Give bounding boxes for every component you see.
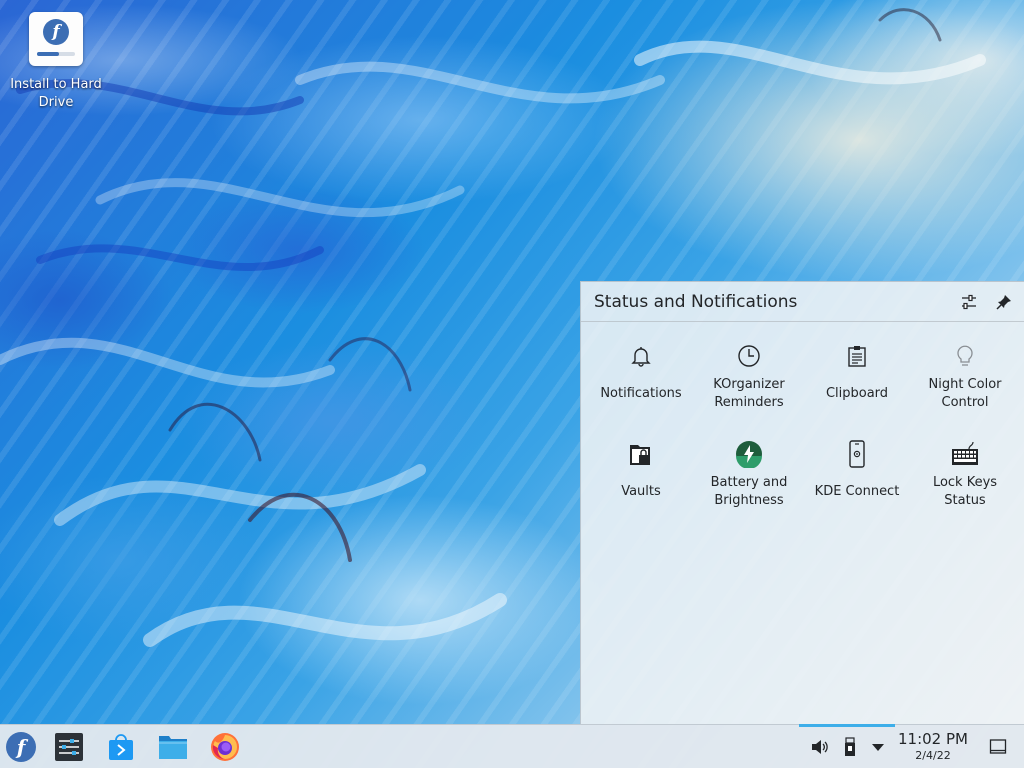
pin-button[interactable] (989, 287, 1019, 317)
battery-icon (736, 441, 762, 468)
applet-label: KOrganizer Reminders (713, 377, 785, 410)
fedora-install-icon: f (29, 12, 83, 66)
applet-kde-connect[interactable]: KDE Connect (803, 430, 911, 528)
phone-icon (849, 440, 865, 468)
applet-korganizer-reminders[interactable]: KOrganizer Reminders (695, 332, 803, 430)
firefox-icon (211, 733, 239, 761)
configure-icon (962, 294, 976, 309)
applet-vaults[interactable]: Vaults (587, 430, 695, 528)
applet-label: Clipboard (825, 386, 889, 401)
applet-night-color[interactable]: Night Color Control (911, 332, 1019, 430)
show-desktop-icon (989, 739, 1007, 754)
desktop-icon-install[interactable]: f Install to Hard Drive (8, 12, 104, 112)
applet-label: Lock Keys Status (932, 475, 998, 508)
taskbar-file-manager[interactable] (156, 730, 190, 764)
applet-label: KDE Connect (814, 484, 900, 499)
usb-device-icon (845, 737, 855, 756)
fedora-menu-icon: f (6, 732, 36, 762)
applet-label: Notifications (600, 386, 682, 401)
desktop-icon-label: Install to Hard Drive (10, 77, 102, 110)
tray-volume[interactable] (803, 730, 837, 764)
applet-notifications[interactable]: Notifications (587, 332, 695, 430)
keyboard-icon (952, 441, 978, 465)
show-desktop-button[interactable] (981, 730, 1015, 764)
application-launcher[interactable]: f (4, 730, 38, 764)
taskbar-system-settings[interactable] (52, 730, 86, 764)
clipboard-icon (848, 346, 866, 367)
popup-header: Status and Notifications (581, 282, 1024, 322)
system-settings-icon (55, 733, 83, 761)
applet-grid: Notifications KOrganizer Reminders Clipb… (581, 332, 1024, 528)
applet-label: Vaults (621, 484, 661, 499)
taskbar: f 11:02 PM 2/4/22 (0, 724, 1024, 768)
digital-clock[interactable]: 11:02 PM 2/4/22 (893, 730, 973, 763)
volume-icon (812, 740, 828, 754)
tray-expand-button[interactable] (861, 730, 895, 764)
lightbulb-icon (957, 345, 973, 366)
clock-date: 2/4/22 (915, 749, 951, 762)
configure-button[interactable] (954, 287, 984, 317)
tray-active-indicator (799, 724, 895, 727)
applet-label: Night Color Control (928, 377, 1002, 410)
discover-icon (109, 734, 133, 760)
tray-expand-icon (872, 744, 884, 751)
bell-icon (631, 347, 651, 367)
applet-lock-keys[interactable]: Lock Keys Status (911, 430, 1019, 528)
applet-label: Battery and Brightness (710, 475, 788, 508)
popup-title: Status and Notifications (594, 291, 798, 312)
status-notifications-popup: Status and Notifications Notifications K… (580, 281, 1024, 724)
applet-clipboard[interactable]: Clipboard (803, 332, 911, 430)
vault-icon (630, 445, 650, 465)
clock-icon (738, 345, 760, 367)
taskbar-firefox[interactable] (208, 730, 242, 764)
applet-battery-brightness[interactable]: Battery and Brightness (695, 430, 803, 528)
clock-time: 11:02 PM (898, 730, 968, 748)
taskbar-discover[interactable] (104, 730, 138, 764)
file-manager-icon (159, 736, 187, 759)
pin-icon (996, 294, 1011, 310)
